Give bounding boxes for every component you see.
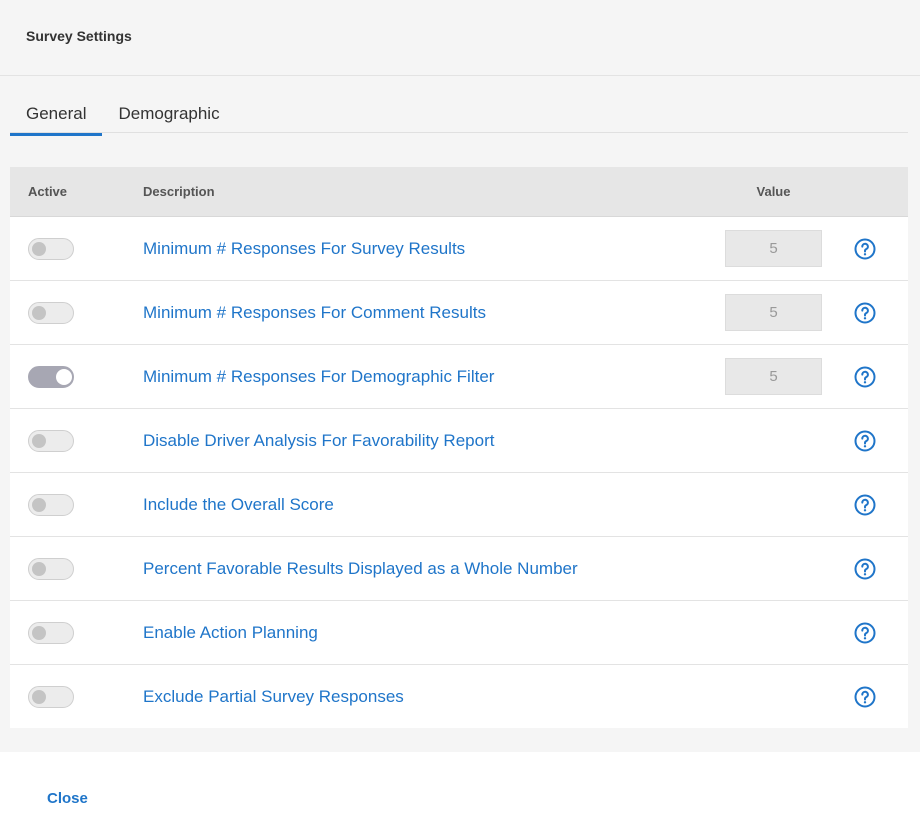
- close-button[interactable]: Close: [47, 790, 88, 807]
- column-header-description: Description: [143, 184, 215, 199]
- setting-description[interactable]: Minimum # Responses For Comment Results: [143, 303, 725, 323]
- active-toggle[interactable]: [28, 237, 74, 260]
- question-circle-icon[interactable]: [854, 238, 876, 260]
- settings-table: Active Description Value Minimum # Respo…: [10, 167, 908, 728]
- tab-bar: General Demographic: [10, 92, 908, 136]
- column-header-value: Value: [756, 184, 791, 199]
- table-row: Exclude Partial Survey Responses: [10, 665, 908, 728]
- setting-description[interactable]: Enable Action Planning: [143, 623, 725, 643]
- active-toggle[interactable]: [28, 493, 74, 516]
- value-field[interactable]: 5: [725, 230, 822, 267]
- tab-general[interactable]: General: [10, 92, 103, 136]
- table-row: Minimum # Responses For Survey Results 5: [10, 217, 908, 281]
- active-toggle[interactable]: [28, 301, 74, 324]
- active-toggle[interactable]: [28, 429, 74, 452]
- table-row: Include the Overall Score: [10, 473, 908, 537]
- setting-description[interactable]: Minimum # Responses For Survey Results: [143, 239, 725, 259]
- question-circle-icon[interactable]: [854, 366, 876, 388]
- column-header-active: Active: [28, 184, 68, 199]
- active-toggle[interactable]: [28, 557, 74, 580]
- active-toggle[interactable]: [28, 685, 74, 708]
- value-field[interactable]: 5: [725, 358, 822, 395]
- setting-description[interactable]: Disable Driver Analysis For Favorability…: [143, 431, 725, 451]
- modal-header: Survey Settings: [0, 0, 920, 76]
- question-circle-icon[interactable]: [854, 686, 876, 708]
- question-circle-icon[interactable]: [854, 622, 876, 644]
- table-row: Enable Action Planning: [10, 601, 908, 665]
- page-title: Survey Settings: [26, 27, 132, 44]
- modal-footer: Close: [0, 752, 920, 821]
- tab-demographic[interactable]: Demographic: [102, 92, 235, 136]
- active-toggle[interactable]: [28, 365, 74, 388]
- setting-description[interactable]: Exclude Partial Survey Responses: [143, 687, 725, 707]
- value-field[interactable]: 5: [725, 294, 822, 331]
- question-circle-icon[interactable]: [854, 302, 876, 324]
- active-toggle[interactable]: [28, 621, 74, 644]
- table-row: Minimum # Responses For Comment Results …: [10, 281, 908, 345]
- question-circle-icon[interactable]: [854, 430, 876, 452]
- setting-description[interactable]: Minimum # Responses For Demographic Filt…: [143, 367, 725, 387]
- setting-description[interactable]: Percent Favorable Results Displayed as a…: [143, 559, 725, 579]
- table-row: Disable Driver Analysis For Favorability…: [10, 409, 908, 473]
- setting-description[interactable]: Include the Overall Score: [143, 495, 725, 515]
- table-row: Percent Favorable Results Displayed as a…: [10, 537, 908, 601]
- table-header: Active Description Value: [10, 167, 908, 217]
- question-circle-icon[interactable]: [854, 494, 876, 516]
- question-circle-icon[interactable]: [854, 558, 876, 580]
- table-row: Minimum # Responses For Demographic Filt…: [10, 345, 908, 409]
